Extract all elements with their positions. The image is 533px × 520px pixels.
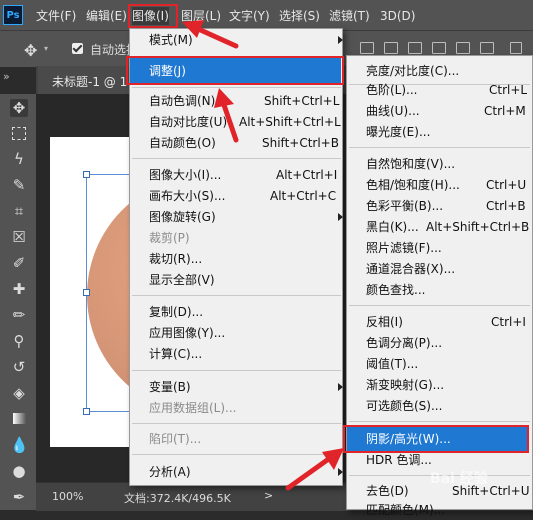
menu-separator <box>132 454 341 455</box>
distribute-icon[interactable] <box>432 42 446 54</box>
gradient-tool-icon[interactable] <box>10 410 28 428</box>
distribute-vertical-icon[interactable] <box>456 42 470 54</box>
submenu-item-brightness-contrast[interactable]: 亮度/对比度(C)... <box>366 61 526 81</box>
menu-item-image-rotation[interactable]: 图像旋转(G) <box>149 207 329 227</box>
menu-item-canvas-size[interactable]: 画布大小(S)... Alt+Ctrl+C <box>149 186 339 206</box>
submenu-item-gradient-map[interactable]: 渐变映射(G)... <box>366 375 526 395</box>
menu-separator <box>132 295 341 296</box>
frame-tool-icon[interactable]: ☒ <box>10 228 28 246</box>
document-tab-label: 未标题-1 @ 1 <box>52 75 128 89</box>
menu-separator <box>349 421 530 422</box>
submenu-arrow-icon <box>338 213 343 221</box>
submenu-item-threshold[interactable]: 阈值(T)... <box>366 354 526 374</box>
submenu-item-posterize[interactable]: 色调分离(P)... <box>366 333 526 353</box>
submenu-item-curves[interactable]: 曲线(U)... Ctrl+M <box>366 101 526 121</box>
menu-item-variables[interactable]: 变量(B) <box>149 377 329 397</box>
align-left-icon[interactable] <box>360 42 374 54</box>
menu-item-crop: 裁剪(P) <box>149 231 190 245</box>
more-options-icon[interactable] <box>480 42 494 54</box>
history-brush-tool-icon[interactable]: ↺ <box>10 358 28 376</box>
menu-item-auto-contrast[interactable]: 自动对比度(U) Alt+Shift+Ctrl+L <box>149 112 341 132</box>
lasso-tool-icon[interactable]: ϟ <box>10 150 28 168</box>
submenu-item-channel-mixer[interactable]: 通道混合器(X)... <box>366 259 526 279</box>
transform-handle[interactable] <box>83 171 90 178</box>
crop-tool-icon[interactable]: ⌗ <box>10 202 28 220</box>
menu-file[interactable]: 文件(F) <box>36 7 76 25</box>
menu-item-mode[interactable]: 模式(M) <box>149 30 329 50</box>
chevron-down-icon[interactable]: ▾ <box>44 44 48 53</box>
transform-handle[interactable] <box>83 408 90 415</box>
menu-separator <box>132 87 341 88</box>
clone-stamp-tool-icon[interactable]: ⚲ <box>10 332 28 350</box>
menu-edit[interactable]: 编辑(E) <box>86 7 127 25</box>
marquee-tool-icon[interactable] <box>10 124 28 142</box>
menu-item-analysis[interactable]: 分析(A) <box>149 462 329 482</box>
transform-handle[interactable] <box>83 289 90 296</box>
menu-separator <box>132 158 341 159</box>
move-icon[interactable]: ✥ <box>24 41 37 60</box>
status-expand-arrow[interactable]: > <box>264 489 273 502</box>
submenu-item-color-lookup[interactable]: 颜色查找... <box>366 280 526 300</box>
menu-item-calculations[interactable]: 计算(C)... <box>149 344 329 364</box>
submenu-item-hdr-toning[interactable]: HDR 色调... <box>366 450 526 470</box>
photoshop-logo: Ps <box>3 5 23 25</box>
menu-item-trim[interactable]: 裁切(R)... <box>149 249 329 269</box>
menu-item-duplicate[interactable]: 复制(D)... <box>149 302 329 322</box>
menu-layer[interactable]: 图层(L) <box>181 7 221 25</box>
submenu-item-hue-saturation[interactable]: 色相/饱和度(H)... Ctrl+U <box>366 175 526 195</box>
submenu-item-levels[interactable]: 色阶(L)... Ctrl+L <box>366 80 527 100</box>
menu-separator <box>349 305 530 306</box>
submenu-item-color-balance[interactable]: 色彩平衡(B)... Ctrl+B <box>366 196 526 216</box>
menu-3d[interactable]: 3D(D) <box>380 7 415 25</box>
submenu-item-selective-color[interactable]: 可选颜色(S)... <box>366 396 526 416</box>
panel-collapse-icon[interactable]: » <box>3 70 10 83</box>
auto-select-checkbox[interactable] <box>72 43 83 54</box>
submenu-arrow-icon <box>338 468 343 476</box>
menu-separator <box>132 370 341 371</box>
healing-brush-tool-icon[interactable]: ✚ <box>10 280 28 298</box>
zoom-level[interactable]: 100% <box>52 490 83 503</box>
submenu-item-vibrance[interactable]: 自然饱和度(V)... <box>366 154 526 174</box>
menu-filter[interactable]: 滤镜(T) <box>329 7 370 25</box>
menu-separator <box>132 423 341 424</box>
eraser-tool-icon[interactable]: ◈ <box>10 384 28 402</box>
menu-separator <box>349 147 530 148</box>
submenu-arrow-icon <box>338 383 343 391</box>
document-size: 文档:372.4K/496.5K <box>124 492 231 505</box>
move-tool-icon[interactable]: ✥ <box>10 99 28 117</box>
menu-item-reveal-all[interactable]: 显示全部(V) <box>149 270 329 290</box>
watermark: Bai 经验 <box>430 471 488 487</box>
menu-item-apply-data-set: 应用数据组(L)... <box>149 401 237 415</box>
menu-item-auto-color[interactable]: 自动颜色(O) Shift+Ctrl+B <box>149 133 339 153</box>
menu-item-auto-tone[interactable]: 自动色调(N) Shift+Ctrl+L <box>149 91 339 111</box>
submenu-item-photo-filter[interactable]: 照片滤镜(F)... <box>366 238 526 258</box>
quick-select-tool-icon[interactable]: ✎ <box>10 176 28 194</box>
submenu-arrow-icon <box>338 36 343 44</box>
align-center-icon[interactable] <box>384 42 398 54</box>
menu-item-adjustments[interactable]: 调整(J) <box>149 61 329 81</box>
brush-tool-icon[interactable]: ✏ <box>10 306 28 324</box>
menu-type[interactable]: 文字(Y) <box>229 7 270 25</box>
submenu-item-shadows-highlights[interactable]: 阴影/高光(W)... <box>366 429 526 449</box>
submenu-item-black-white[interactable]: 黑白(K)... Alt+Shift+Ctrl+B <box>366 217 529 237</box>
submenu-item-match-color[interactable]: 匹配颜色(M)... <box>366 500 526 520</box>
dodge-tool-icon[interactable]: ● <box>10 462 28 480</box>
pen-tool-icon[interactable]: ✒ <box>10 488 28 506</box>
menu-item-image-size[interactable]: 图像大小(I)... Alt+Ctrl+I <box>149 165 339 185</box>
eyedropper-tool-icon[interactable]: ✐ <box>10 254 28 272</box>
menu-item-apply-image[interactable]: 应用图像(Y)... <box>149 323 329 343</box>
menu-image-annotation-box <box>128 4 178 28</box>
submenu-item-exposure[interactable]: 曝光度(E)... <box>366 122 526 142</box>
blur-tool-icon[interactable]: 💧 <box>10 436 29 454</box>
align-right-icon[interactable] <box>408 42 422 54</box>
3d-mode-icon[interactable] <box>510 42 522 54</box>
menu-item-trap: 陷印(T)... <box>149 432 202 446</box>
menu-select[interactable]: 选择(S) <box>279 7 320 25</box>
submenu-item-invert[interactable]: 反相(I) Ctrl+I <box>366 312 526 332</box>
